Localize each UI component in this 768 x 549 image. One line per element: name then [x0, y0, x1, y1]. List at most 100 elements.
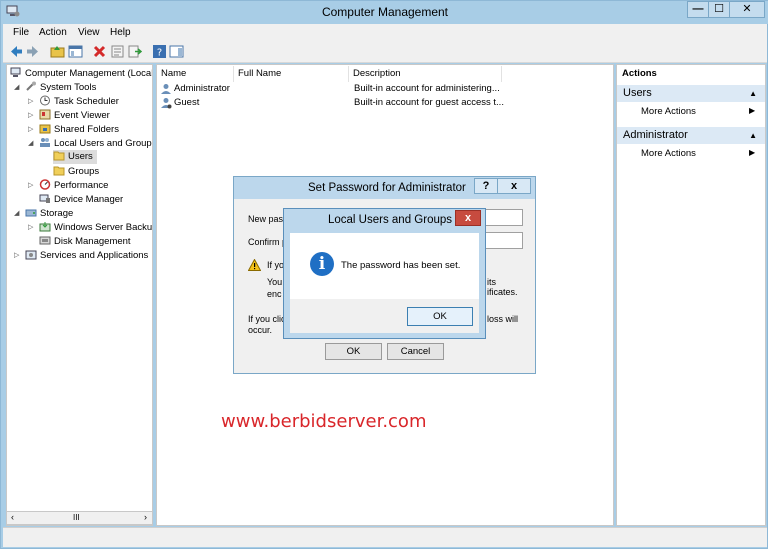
actions-section-administrator[interactable]: Administrator ▲: [617, 127, 765, 144]
dialog-title-bar: Set Password for Administrator ? x: [234, 177, 535, 199]
computer-management-icon: [10, 67, 21, 77]
svg-text:?: ?: [157, 48, 162, 59]
show-action-pane-icon[interactable]: [169, 44, 184, 59]
dialog-close-button[interactable]: x: [497, 178, 531, 194]
tree-item-disk-management[interactable]: Disk Management: [39, 235, 131, 248]
scroll-left-arrow-icon[interactable]: ‹: [11, 512, 14, 522]
scroll-thumb[interactable]: III: [73, 513, 80, 522]
tree-item-users[interactable]: Users: [53, 150, 97, 164]
maximize-button[interactable]: ☐: [708, 1, 730, 18]
tree-item-event-viewer[interactable]: Event Viewer: [39, 109, 110, 122]
computer-management-window: Computer Management — ☐ ✕ File Action Vi…: [0, 0, 768, 549]
minimize-button[interactable]: —: [687, 1, 709, 18]
tree-item-groups[interactable]: Groups: [53, 165, 99, 178]
column-header-full-name[interactable]: Full Name: [234, 66, 349, 82]
submenu-arrow-icon: ▶: [749, 106, 756, 115]
section-title: Users: [623, 87, 652, 99]
tree-item-task-scheduler[interactable]: Task Scheduler: [39, 95, 119, 108]
properties-icon[interactable]: [110, 44, 125, 59]
expand-arrow-icon[interactable]: ▷: [28, 125, 33, 133]
tree-label: System Tools: [40, 82, 97, 93]
expand-arrow-icon[interactable]: ▷: [28, 223, 33, 231]
dialog-title: Set Password for Administrator: [308, 182, 466, 194]
tree-label: Task Scheduler: [54, 96, 119, 107]
disk-icon: [39, 236, 51, 245]
dialog-help-button[interactable]: ?: [474, 178, 498, 194]
tree-item-windows-server-backup[interactable]: Windows Server Backup: [39, 221, 153, 234]
up-folder-icon[interactable]: [50, 44, 65, 59]
help-icon[interactable]: ?: [152, 44, 167, 59]
back-arrow-icon[interactable]: [9, 44, 24, 59]
expand-arrow-icon[interactable]: ▷: [28, 181, 33, 189]
tree-label: Services and Applications: [40, 250, 149, 261]
action-label: More Actions: [641, 148, 696, 159]
more-actions-administrator[interactable]: More Actions ▶: [641, 148, 759, 159]
cancel-button[interactable]: Cancel: [387, 343, 444, 360]
export-list-icon[interactable]: [127, 44, 142, 59]
show-hide-tree-icon[interactable]: [68, 44, 83, 59]
table-row[interactable]: Guest Built-in account for guest access …: [159, 96, 609, 110]
action-label: More Actions: [641, 106, 696, 117]
actions-section-users[interactable]: Users ▲: [617, 85, 765, 102]
tree-horizontal-scrollbar[interactable]: ‹ III ›: [6, 511, 153, 525]
submenu-arrow-icon: ▶: [749, 148, 756, 157]
menu-file[interactable]: File: [13, 27, 29, 38]
message-dialog: Local Users and Groups x i The password …: [283, 208, 486, 339]
collapse-triangle-icon[interactable]: ▲: [749, 85, 757, 102]
message-text: The password has been set.: [341, 260, 461, 271]
event-viewer-icon: [39, 109, 51, 120]
tree-item-device-manager[interactable]: Device Manager: [39, 193, 123, 206]
collapse-arrow-icon[interactable]: ◢: [14, 209, 19, 217]
section-title: Administrator: [623, 129, 688, 141]
menu-help[interactable]: Help: [110, 27, 131, 38]
expand-arrow-icon[interactable]: ▷: [28, 97, 33, 105]
folder-icon: [53, 166, 65, 176]
folder-icon: [53, 151, 65, 161]
menu-action[interactable]: Action: [39, 27, 67, 38]
row-name: Guest: [174, 97, 200, 108]
collapse-arrow-icon[interactable]: ◢: [28, 139, 33, 147]
table-row[interactable]: Administrator Built-in account for admin…: [159, 82, 609, 96]
ok-button[interactable]: OK: [325, 343, 382, 360]
tree-item-performance[interactable]: Performance: [39, 179, 108, 192]
tree-item-local-users-groups[interactable]: Local Users and Groups: [39, 137, 152, 150]
tree-label: Computer Management (Local: [25, 68, 153, 79]
expand-arrow-icon[interactable]: ▷: [14, 251, 19, 259]
scroll-right-arrow-icon[interactable]: ›: [144, 512, 147, 522]
tree-item-shared-folders[interactable]: Shared Folders: [39, 123, 119, 136]
tools-icon: [26, 81, 36, 91]
shared-folder-icon: [39, 124, 51, 134]
message-close-button[interactable]: x: [455, 210, 481, 226]
more-actions-users[interactable]: More Actions ▶: [641, 106, 759, 117]
info-icon: i: [310, 252, 334, 276]
backup-icon: [39, 222, 51, 232]
forward-arrow-icon[interactable]: [25, 44, 40, 59]
close-button[interactable]: ✕: [729, 1, 765, 18]
user-disabled-icon: [161, 98, 172, 109]
warning-icon: [248, 259, 261, 271]
warning-text-line3: enc: [267, 289, 282, 299]
tree-item-root[interactable]: Computer Management (Local: [10, 67, 153, 80]
tree-item-system-tools[interactable]: System Tools: [25, 81, 96, 94]
tree-label: Performance: [54, 180, 109, 191]
tree-item-services-applications[interactable]: Services and Applications: [25, 249, 148, 262]
console-tree: Computer Management (Local ◢ System Tool…: [6, 64, 153, 526]
toolbar: ?: [3, 41, 767, 63]
message-footer: OK: [290, 299, 479, 333]
collapse-arrow-icon[interactable]: ◢: [14, 83, 19, 91]
message-title-bar: Local Users and Groups x: [284, 209, 485, 231]
collapse-triangle-icon[interactable]: ▲: [749, 127, 757, 144]
status-bar: [3, 527, 767, 547]
tree-item-storage[interactable]: Storage: [25, 207, 73, 220]
column-header-name[interactable]: Name: [157, 66, 234, 82]
actions-header: Actions: [622, 68, 657, 79]
tree-label: Windows Server Backup: [54, 222, 153, 233]
column-header-description[interactable]: Description: [349, 66, 502, 82]
row-name: Administrator: [174, 83, 230, 94]
menu-bar: File Action View Help: [3, 24, 767, 41]
message-ok-button[interactable]: OK: [407, 307, 473, 326]
menu-view[interactable]: View: [78, 27, 100, 38]
expand-arrow-icon[interactable]: ▷: [28, 111, 33, 119]
delete-icon[interactable]: [92, 44, 107, 59]
warning-text-right2: ificates.: [487, 287, 518, 297]
